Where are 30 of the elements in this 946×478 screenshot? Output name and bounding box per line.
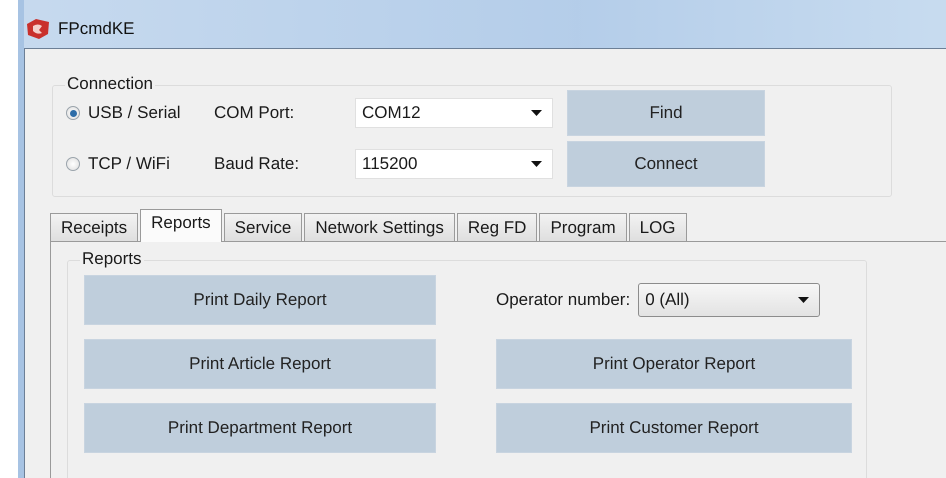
radio-label: USB / Serial: [88, 103, 181, 123]
tab[interactable]: Reg FD: [456, 213, 538, 241]
dropdown-field[interactable]: 115200: [355, 149, 553, 179]
tab[interactable]: LOG: [628, 213, 687, 241]
report-button[interactable]: Print Daily Report: [84, 275, 436, 325]
app-logo-icon: [26, 18, 50, 40]
radio-button[interactable]: [66, 106, 80, 120]
tab[interactable]: Service: [224, 213, 302, 241]
radio-label: TCP / WiFi: [88, 154, 170, 174]
dropdown-arrow-icon: [531, 110, 542, 116]
report-button[interactable]: Print Department Report: [84, 403, 436, 453]
radio-button[interactable]: [66, 157, 80, 171]
report-button[interactable]: Print Customer Report: [496, 403, 852, 453]
dropdown-arrow-icon: [798, 297, 810, 303]
report-button[interactable]: Print Operator Report: [496, 339, 852, 389]
field-label: Baud Rate:: [213, 154, 300, 174]
window-title: FPcmdKE: [58, 19, 135, 39]
group-title: Reports: [80, 249, 144, 269]
operator-dropdown[interactable]: 0 (All): [638, 283, 820, 317]
dropdown-arrow-icon: [531, 161, 542, 167]
report-button[interactable]: Print Article Report: [84, 339, 436, 389]
field-label: Operator number:: [496, 290, 630, 310]
tab[interactable]: Program: [539, 213, 627, 241]
find-button[interactable]: Find: [567, 90, 765, 136]
dropdown-field[interactable]: COM12: [355, 98, 553, 128]
tab[interactable]: Reports: [140, 209, 222, 242]
tab[interactable]: Network Settings: [304, 213, 455, 241]
tab[interactable]: Receipts: [50, 213, 138, 241]
field-label: COM Port:: [213, 103, 296, 123]
connect-button[interactable]: Connect: [567, 141, 765, 187]
